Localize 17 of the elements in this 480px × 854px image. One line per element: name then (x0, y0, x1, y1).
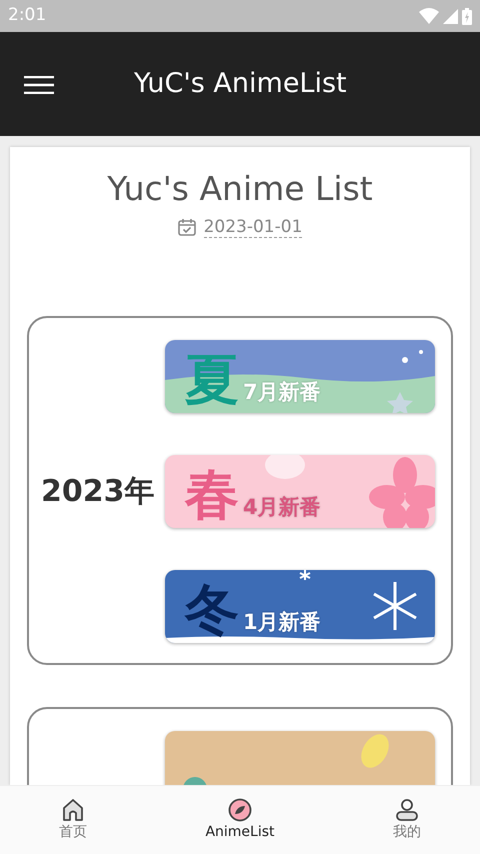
calendar-icon (178, 218, 196, 236)
nav-tab[interactable]: AnimeList (195, 794, 285, 846)
wifi-icon (419, 8, 439, 24)
signal-icon (443, 8, 458, 24)
home-icon (61, 798, 86, 822)
status-time: 2:01 (8, 4, 46, 28)
season-banner[interactable]: 春 4月新番 (165, 454, 435, 528)
app-title: YuC's AnimeList (134, 66, 347, 101)
season-banner[interactable]: 冬 1月新番 (165, 570, 435, 643)
post-date: 2023-01-01 (204, 216, 302, 238)
battery-icon (462, 8, 472, 24)
nav-tab[interactable]: 首页 (49, 794, 98, 846)
year-label: 2023年 (41, 472, 156, 511)
compass-icon (228, 798, 252, 822)
nav-tab[interactable]: 我的 (382, 794, 431, 846)
profile-icon (394, 798, 419, 822)
page-title: Yuc's Anime List (106, 169, 374, 209)
